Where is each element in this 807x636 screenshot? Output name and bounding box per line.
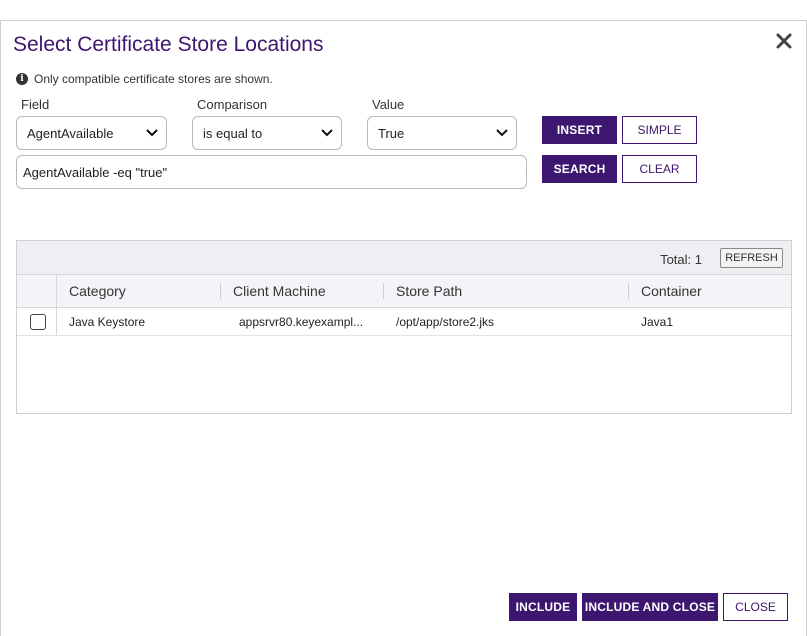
clear-button[interactable]: CLEAR xyxy=(622,155,697,183)
total-count: Total: 1 xyxy=(660,252,702,267)
include-and-close-button[interactable]: INCLUDE AND CLOSE xyxy=(582,593,718,621)
column-separator[interactable] xyxy=(383,283,384,299)
search-button[interactable]: SEARCH xyxy=(542,155,617,183)
cell-store-path: /opt/app/store2.jks xyxy=(396,314,495,329)
refresh-button[interactable]: REFRESH xyxy=(720,248,783,268)
certificate-store-dialog: Select Certificate Store Locations i Onl… xyxy=(0,20,807,636)
grid-header: Category Client Machine Store Path Conta… xyxy=(17,275,792,308)
simple-button[interactable]: SIMPLE xyxy=(622,116,697,144)
column-divider xyxy=(56,275,57,307)
cell-container: Java1 xyxy=(641,314,674,329)
column-separator[interactable] xyxy=(628,283,629,299)
close-icon[interactable] xyxy=(774,31,794,51)
cell-category: Java Keystore xyxy=(69,314,146,329)
field-label: Field xyxy=(21,97,50,112)
grid-toolbar: Total: 1 REFRESH xyxy=(17,241,791,275)
value-select-value: True xyxy=(378,125,405,141)
table-row[interactable]: Java Keystore appsrvr80.keyexampl... /op… xyxy=(17,308,791,336)
value-select[interactable]: True xyxy=(367,116,517,150)
comparison-label: Comparison xyxy=(197,97,268,112)
insert-button[interactable]: INSERT xyxy=(542,116,617,144)
include-button[interactable]: INCLUDE xyxy=(509,593,577,621)
dialog-title: Select Certificate Store Locations xyxy=(13,33,324,56)
field-select[interactable]: AgentAvailable xyxy=(16,116,167,150)
column-header-store-path[interactable]: Store Path xyxy=(396,275,462,307)
query-input[interactable]: AgentAvailable -eq "true" xyxy=(16,155,527,189)
field-select-value: AgentAvailable xyxy=(27,125,114,141)
chevron-down-icon xyxy=(321,129,333,137)
close-button[interactable]: CLOSE xyxy=(723,593,788,621)
column-header-client-machine[interactable]: Client Machine xyxy=(233,275,326,307)
store-grid: Total: 1 REFRESH Category Client Machine… xyxy=(16,240,792,414)
comparison-select-value: is equal to xyxy=(203,125,263,141)
chevron-down-icon xyxy=(496,129,508,137)
column-separator[interactable] xyxy=(791,283,792,299)
cell-client-machine: appsrvr80.keyexampl... xyxy=(239,314,364,329)
info-icon: i xyxy=(16,73,28,85)
column-divider xyxy=(56,308,57,335)
column-header-category[interactable]: Category xyxy=(69,275,126,307)
comparison-select[interactable]: is equal to xyxy=(192,116,342,150)
column-header-container[interactable]: Container xyxy=(641,275,702,307)
row-checkbox[interactable] xyxy=(30,314,46,330)
column-separator[interactable] xyxy=(220,283,221,299)
info-message: i Only compatible certificate stores are… xyxy=(16,72,273,86)
chevron-down-icon xyxy=(146,129,158,137)
info-text: Only compatible certificate stores are s… xyxy=(34,72,273,86)
value-label: Value xyxy=(372,97,405,112)
